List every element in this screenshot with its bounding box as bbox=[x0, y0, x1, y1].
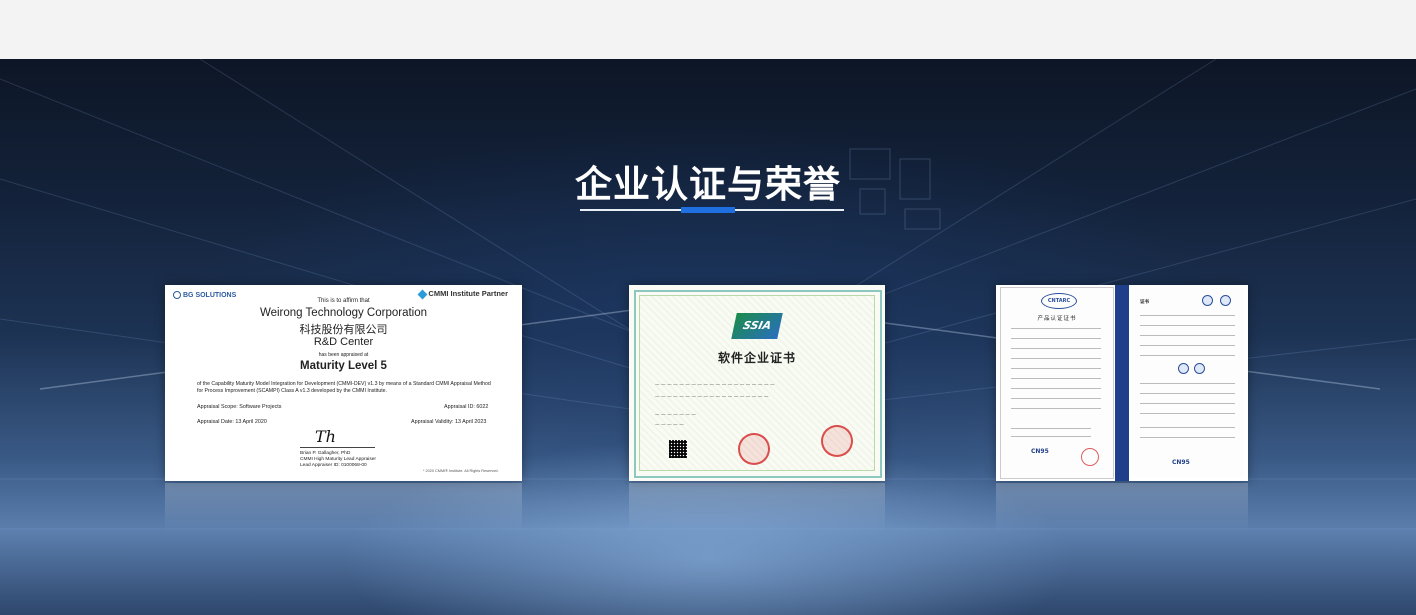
cert-appraised-text: has been appraised at bbox=[318, 352, 369, 358]
cert-maturity-level: Maturity Level 5 bbox=[300, 360, 387, 372]
cntarc-logo: CNTARC bbox=[1041, 293, 1077, 309]
cert-badge-icon bbox=[1202, 295, 1213, 306]
ssia-certificate-reflection bbox=[629, 483, 885, 553]
title-underline-accent bbox=[681, 207, 735, 213]
honors-banner: 企业认证与荣誉 BG SOLUTIONS CMMI Institute Part… bbox=[0, 59, 1416, 615]
cert-row bbox=[1011, 348, 1101, 349]
cert-row bbox=[1011, 378, 1101, 379]
cert-row bbox=[1140, 335, 1235, 336]
ssia-certificate[interactable]: SSIA 软件企业证书 — — — — — — — — — — — — — — … bbox=[629, 285, 885, 481]
cert-appraisal-date: Appraisal Date: 13 April 2020 bbox=[197, 419, 267, 425]
cert-appraisal-id: Appraisal ID: 6022 bbox=[444, 404, 489, 410]
red-seal bbox=[738, 433, 770, 465]
cert-row bbox=[1011, 388, 1101, 389]
cert-row bbox=[1011, 368, 1101, 369]
cert-signer: Brian P. Gallagher, PhD CMMI High Maturi… bbox=[300, 451, 376, 468]
cert-row bbox=[1140, 355, 1235, 356]
cert-row bbox=[1140, 315, 1235, 316]
cert-affirm-text: This is to affirm that bbox=[317, 298, 370, 304]
cert-row bbox=[1011, 436, 1091, 437]
cert-text-line: — — — — — — — — — — — — — — — — — — — — bbox=[655, 383, 775, 388]
cert-badge-icon bbox=[1220, 295, 1231, 306]
cert-scope: Appraisal Scope: Software Projects bbox=[197, 404, 282, 410]
cert-row bbox=[1011, 338, 1101, 339]
cert-row bbox=[1140, 345, 1235, 346]
cert-validity: Appraisal Validity: 13 April 2023 bbox=[411, 419, 487, 425]
red-seal bbox=[1081, 448, 1099, 466]
cmmi-certificate[interactable]: BG SOLUTIONS CMMI Institute Partner This… bbox=[165, 285, 522, 481]
cert-row bbox=[1140, 437, 1235, 438]
cert-right-page: 证书 CN95 bbox=[1132, 287, 1244, 477]
cn95-tag: CN95 bbox=[1031, 448, 1049, 455]
cert-row bbox=[1011, 328, 1101, 329]
cert-row bbox=[1140, 383, 1235, 384]
cn95-certificate[interactable]: CNTARC 产品认证证书 CN95 证书 CN95 bbox=[996, 285, 1248, 481]
cert-row bbox=[1140, 325, 1235, 326]
cert-row bbox=[1011, 408, 1101, 409]
cert-right-title: 证书 bbox=[1140, 300, 1149, 305]
signature-mark: Th bbox=[315, 427, 336, 446]
cert-row bbox=[1140, 427, 1235, 428]
cn95-tag: CN95 bbox=[1172, 459, 1190, 466]
cert-row bbox=[1011, 398, 1101, 399]
cn95-certificate-reflection bbox=[996, 483, 1248, 553]
cert-row bbox=[1140, 413, 1235, 414]
cert-badge-icon bbox=[1194, 363, 1205, 374]
cert-text-line: — — — — — — — bbox=[655, 413, 696, 418]
cmmi-certificate-reflection bbox=[165, 483, 522, 553]
signature-line bbox=[300, 447, 375, 448]
cert-company-cn: 科技股份有限公司 bbox=[299, 324, 388, 336]
cert-text-line: — — — — — — — — — — — — — — — — — — — bbox=[655, 395, 769, 400]
cert-company-en: Weirong Technology Corporation bbox=[259, 307, 428, 319]
cert-unit: R&D Center bbox=[313, 336, 374, 348]
top-bar bbox=[0, 0, 1416, 59]
cmmi-partner-logo: CMMI Institute Partner bbox=[417, 289, 508, 299]
cert-row bbox=[1140, 403, 1235, 404]
red-seal bbox=[821, 425, 853, 457]
ssia-logo: SSIA bbox=[731, 313, 783, 339]
cn95-cert-title: 产品认证证书 bbox=[1037, 316, 1077, 322]
cert-left-page: CNTARC 产品认证证书 CN95 bbox=[1000, 287, 1114, 479]
cert-badge-icon bbox=[1178, 363, 1189, 374]
cert-row bbox=[1011, 358, 1101, 359]
cert-binding-strip bbox=[1115, 285, 1129, 481]
cert-row bbox=[1011, 428, 1091, 429]
cert-footnote: * 2020 CMMI® Institute. All Rights Reser… bbox=[423, 469, 499, 473]
cert-row bbox=[1140, 393, 1235, 394]
cert-body-text: of the Capability Maturity Model Integra… bbox=[197, 381, 491, 394]
ssia-cert-title: 软件企业证书 bbox=[717, 351, 796, 365]
qr-code bbox=[669, 440, 687, 458]
section-title: 企业认证与荣誉 bbox=[575, 163, 841, 206]
